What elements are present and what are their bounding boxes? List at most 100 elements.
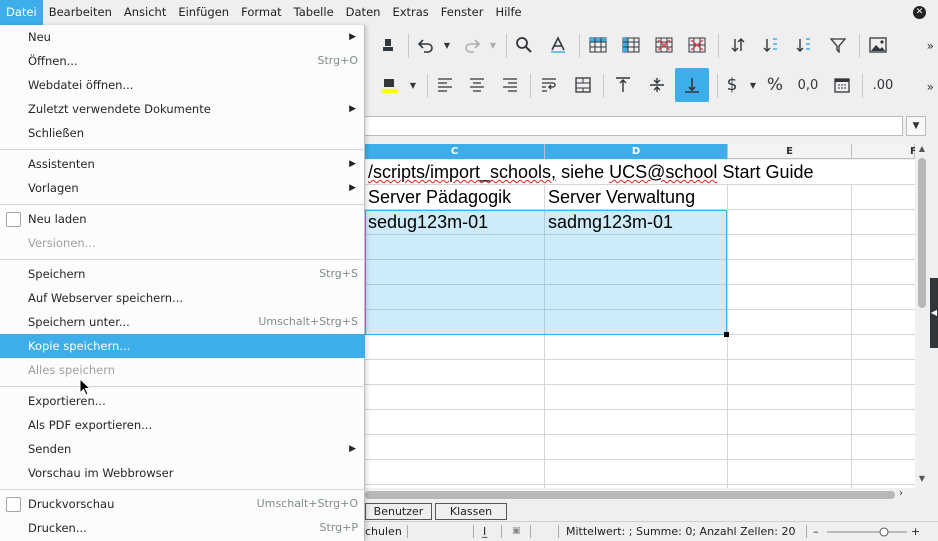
formula-input[interactable] (365, 116, 903, 136)
font-color-icon[interactable] (377, 68, 403, 102)
sheet-tab-benutzer[interactable]: Benutzer (365, 503, 432, 520)
column-header-d[interactable]: D (545, 144, 728, 159)
menu-item-label: Öffnen... (28, 54, 78, 68)
zoom-in-icon[interactable]: + (911, 522, 920, 541)
column-header-c[interactable]: C (365, 144, 545, 159)
menu-item-auf-webserver-speichern[interactable]: Auf Webserver speichern... (0, 286, 365, 310)
sort-ascending-icon[interactable] (758, 28, 784, 62)
column-header-f[interactable]: F (852, 144, 917, 159)
menu-item-shortcut: Strg+P (319, 521, 358, 534)
menu-bearbeiten[interactable]: Bearbeiten (43, 0, 118, 25)
scroll-up-icon[interactable]: ▲ (915, 144, 929, 156)
menu-ansicht[interactable]: Ansicht (118, 0, 172, 25)
align-left-icon[interactable] (433, 68, 457, 102)
menu-item-shortcut: Umschalt+Strg+S (258, 315, 358, 328)
undo-icon[interactable] (415, 28, 437, 62)
vertical-scrollbar[interactable]: ▲ ▼ (915, 144, 929, 488)
close-document-icon[interactable]: ✕ (913, 6, 926, 19)
menu-item-zuletzt-verwendet[interactable]: Zuletzt verwendete Dokumente ▶ (0, 97, 365, 121)
status-insert-mode[interactable]: I̲ (483, 522, 486, 541)
font-color-dropdown-icon[interactable]: ▼ (407, 68, 419, 102)
menu-fenster[interactable]: Fenster (435, 0, 490, 25)
cell-c3[interactable]: sedug123m-01 (365, 210, 543, 234)
merge-cells-icon[interactable] (571, 68, 595, 102)
number-format-icon[interactable]: 0,0 (795, 68, 821, 102)
menu-item-oeffnen[interactable]: Öffnen... Strg+O (0, 49, 365, 73)
currency-icon[interactable]: $ (722, 68, 742, 102)
cell-c2[interactable]: Server Pädagogik (365, 185, 543, 209)
menu-item-speichern-unter[interactable]: Speichern unter... Umschalt+Strg+S (0, 310, 365, 334)
spreadsheet-grid[interactable]: /scripts/import_schools, siehe UCS@schoo… (365, 160, 915, 488)
submenu-arrow-icon: ▶ (349, 104, 356, 114)
insert-columns-icon[interactable] (684, 28, 710, 62)
menu-item-kopie-speichern[interactable]: Kopie speichern... (0, 334, 365, 358)
fill-handle[interactable] (724, 332, 729, 337)
menu-item-drucken[interactable]: Drucken... Strg+P (0, 516, 365, 540)
menu-item-druckvorschau[interactable]: Druckvorschau Umschalt+Strg+O (0, 492, 365, 516)
menu-item-label: Alles speichern (28, 363, 116, 377)
add-decimal-icon[interactable]: .00 (868, 68, 898, 102)
menu-item-schliessen[interactable]: Schließen (0, 121, 365, 145)
menu-item-assistenten[interactable]: Assistenten ▶ (0, 152, 365, 176)
cell-c1[interactable]: /scripts/import_schools, siehe UCS@schoo… (365, 160, 915, 184)
menu-daten[interactable]: Daten (340, 0, 387, 25)
menu-item-vorschau-webbrowser[interactable]: Vorschau im Webbrowser (0, 461, 365, 485)
menu-item-als-pdf-exportieren[interactable]: Als PDF exportieren... (0, 413, 365, 437)
submenu-arrow-icon: ▶ (349, 32, 356, 42)
menu-extras[interactable]: Extras (386, 0, 434, 25)
table-row (365, 385, 915, 410)
align-bottom-icon[interactable] (675, 68, 709, 102)
menu-item-neu[interactable]: Neu ▶ (0, 25, 365, 49)
menu-item-exportieren[interactable]: Exportieren... (0, 389, 365, 413)
menu-item-speichern[interactable]: Speichern Strg+S (0, 262, 365, 286)
zoom-out-icon[interactable]: – (813, 522, 819, 541)
menu-item-senden[interactable]: Senden ▶ (0, 437, 365, 461)
insert-rows-icon[interactable] (651, 28, 677, 62)
menu-item-label: Speichern (28, 267, 86, 281)
menu-item-neu-laden[interactable]: Neu laden (0, 207, 365, 231)
column-icon[interactable] (618, 28, 644, 62)
spellcheck-icon[interactable] (545, 28, 571, 62)
cell-d3[interactable]: sadmg123m-01 (545, 210, 727, 234)
wrap-text-icon[interactable] (537, 68, 561, 102)
menu-item-vorlagen[interactable]: Vorlagen ▶ (0, 176, 365, 200)
mouse-cursor-icon (79, 378, 91, 396)
autofilter-icon[interactable] (825, 28, 851, 62)
format-paintbrush-icon[interactable] (375, 28, 401, 62)
align-center-icon[interactable] (465, 68, 489, 102)
expand-formula-bar-icon[interactable]: ▼ (906, 116, 926, 136)
sheet-tab-klassen[interactable]: Klassen (435, 503, 507, 520)
date-format-icon[interactable] (830, 68, 854, 102)
sort-icon[interactable] (725, 28, 751, 62)
vertical-scroll-thumb[interactable] (918, 158, 926, 308)
undo-dropdown-icon[interactable]: ▼ (441, 28, 453, 62)
sort-descending-icon[interactable] (791, 28, 817, 62)
menu-tabelle[interactable]: Tabelle (288, 0, 340, 25)
menu-einfuegen[interactable]: Einfügen (172, 0, 235, 25)
align-top-icon[interactable] (611, 68, 635, 102)
cell-d2[interactable]: Server Verwaltung (545, 185, 727, 209)
toolbar1-overflow-icon[interactable]: » (927, 39, 934, 53)
find-replace-icon[interactable] (511, 28, 537, 62)
menu-hilfe[interactable]: Hilfe (489, 0, 527, 25)
sidebar-toggle-icon[interactable]: ◀ (930, 278, 938, 348)
align-middle-icon[interactable] (645, 68, 669, 102)
horizontal-scrollbar[interactable]: › (365, 488, 915, 502)
menu-item-webdatei-oeffnen[interactable]: Webdatei öffnen... (0, 73, 365, 97)
scroll-right-icon[interactable]: › (899, 488, 903, 499)
zoom-slider[interactable] (827, 522, 907, 541)
column-header-e[interactable]: E (728, 144, 852, 159)
menu-datei[interactable]: Datei (0, 0, 43, 25)
horizontal-scroll-thumb[interactable] (365, 491, 895, 499)
menu-format[interactable]: Format (235, 0, 288, 25)
row-icon[interactable] (585, 28, 611, 62)
toolbar2-overflow-icon[interactable]: » (927, 80, 934, 94)
menu-item-label: Zuletzt verwendete Dokumente (28, 102, 211, 116)
insert-image-icon[interactable] (865, 28, 891, 62)
percent-icon[interactable]: % (763, 68, 787, 102)
scroll-down-icon[interactable]: ▼ (915, 474, 929, 486)
align-right-icon[interactable] (498, 68, 522, 102)
currency-dropdown-icon[interactable]: ▼ (747, 68, 759, 102)
submenu-arrow-icon: ▶ (349, 444, 356, 454)
menu-item-label: Assistenten (28, 157, 95, 171)
